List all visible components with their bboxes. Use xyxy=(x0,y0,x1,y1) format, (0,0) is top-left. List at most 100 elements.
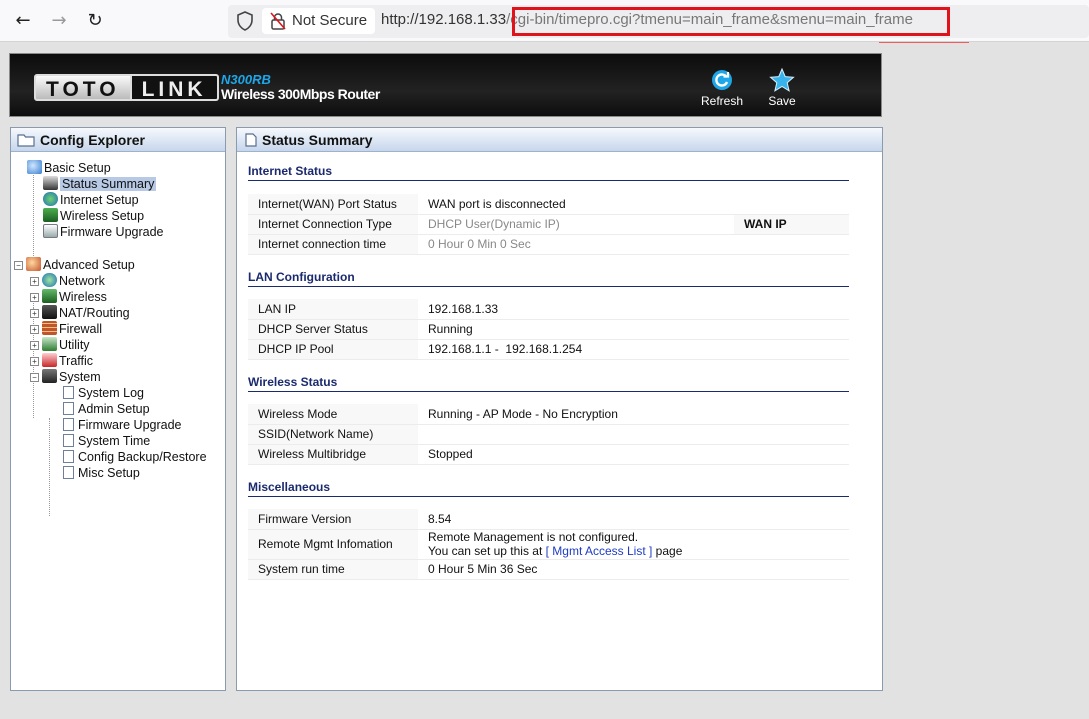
table-row: SSID(Network Name) xyxy=(248,424,849,445)
wan-ip-label: WAN IP xyxy=(734,214,849,235)
expand-icon[interactable]: + xyxy=(30,293,39,302)
not-secure-badge[interactable]: Not Secure xyxy=(262,8,376,34)
row-label: Internet Connection Type xyxy=(248,214,418,235)
misc-table: Firmware Version 8.54 Remote Mgmt Infoma… xyxy=(248,509,849,580)
tree-misc-setup[interactable]: Misc Setup xyxy=(63,465,140,481)
table-row: Internet connection time 0 Hour 0 Min 0 … xyxy=(248,234,849,255)
tree-internet-setup[interactable]: Internet Setup xyxy=(43,192,139,208)
tree-system-log[interactable]: System Log xyxy=(63,385,144,401)
logo-left: TOTO xyxy=(34,74,132,101)
tree-utility[interactable]: + Utility xyxy=(30,337,90,353)
table-row: System run time 0 Hour 5 Min 36 Sec xyxy=(248,559,849,580)
mgmt-access-list-link[interactable]: [ Mgmt Access List ] xyxy=(546,544,653,558)
refresh-icon xyxy=(712,70,732,90)
row-label: LAN IP xyxy=(248,299,418,320)
tree-firewall-label: Firewall xyxy=(59,322,103,336)
refresh-label: Refresh xyxy=(700,94,744,108)
tree-firmware-upgrade[interactable]: Firmware Upgrade xyxy=(43,224,164,240)
page-icon xyxy=(63,402,74,415)
tree-status-summary[interactable]: Status Summary xyxy=(43,176,157,192)
reload-icon[interactable]: ↻ xyxy=(82,8,108,34)
model-name: N300RB xyxy=(221,72,271,87)
model-description: Wireless 300Mbps Router xyxy=(221,86,380,102)
page-icon xyxy=(63,466,74,479)
tree-nat-routing[interactable]: + NAT/Routing xyxy=(30,305,130,321)
tree-traffic[interactable]: + Traffic xyxy=(30,353,93,369)
shield-icon[interactable] xyxy=(236,11,254,31)
tree-basic-setup-label: Basic Setup xyxy=(44,161,111,175)
tree-advanced-setup[interactable]: − Advanced Setup xyxy=(14,257,135,273)
tree-firewall[interactable]: + Firewall xyxy=(30,321,102,337)
star-icon xyxy=(769,68,795,92)
section-internet-status: Internet Status xyxy=(248,164,849,181)
monitor-icon xyxy=(43,176,58,190)
config-explorer-panel: Config Explorer Basic Setup Status Summa… xyxy=(10,127,226,691)
totolink-logo: TOTO LINK xyxy=(34,74,219,101)
table-row: DHCP IP Pool 192.168.1.1 - 192.168.1.254 xyxy=(248,339,849,360)
tree-advanced-setup-label: Advanced Setup xyxy=(43,258,135,272)
tree-system-time[interactable]: System Time xyxy=(63,433,150,449)
broken-lock-icon xyxy=(270,12,286,30)
wireless-icon xyxy=(42,289,57,303)
forward-arrow-icon[interactable]: → xyxy=(46,8,72,34)
tree-network-label: Network xyxy=(59,274,105,288)
expand-icon[interactable]: + xyxy=(30,341,39,350)
tree-wireless[interactable]: + Wireless xyxy=(30,289,107,305)
row-label: Remote Mgmt Infomation xyxy=(248,529,418,560)
row-label: Wireless Multibridge xyxy=(248,444,418,465)
tree-system[interactable]: − System xyxy=(30,369,101,385)
tree-network[interactable]: + Network xyxy=(30,273,105,289)
page-icon xyxy=(63,418,74,431)
remote-mgmt-text: Remote Management is not configured. xyxy=(428,530,639,544)
tree-basic-setup[interactable]: Basic Setup xyxy=(27,160,111,176)
logo-right: LINK xyxy=(131,74,219,101)
tree-system-time-label: System Time xyxy=(78,434,151,448)
table-row: Internet Connection Type DHCP User(Dynam… xyxy=(248,214,849,235)
section-miscellaneous: Miscellaneous xyxy=(248,480,849,497)
row-label: Firmware Version xyxy=(248,509,418,530)
traffic-icon xyxy=(42,353,57,367)
tree-wireless-label: Wireless xyxy=(59,290,107,304)
back-arrow-icon[interactable]: ← xyxy=(10,8,36,34)
tree-admin-setup-label: Admin Setup xyxy=(78,402,150,416)
earth-icon xyxy=(43,192,58,206)
url-highlight-box xyxy=(512,7,950,36)
tree-wireless-setup[interactable]: Wireless Setup xyxy=(43,208,144,224)
tree-system-log-label: System Log xyxy=(78,386,145,400)
tree-system-firmware-upgrade[interactable]: Firmware Upgrade xyxy=(63,417,182,433)
row-label: Internet connection time xyxy=(248,234,418,255)
network-icon xyxy=(42,273,57,287)
tree-config-backup-label: Config Backup/Restore xyxy=(78,450,207,464)
table-row: Wireless Mode Running - AP Mode - No Enc… xyxy=(248,404,849,425)
collapse-icon[interactable]: − xyxy=(30,373,39,382)
row-value: Running - AP Mode - No Encryption xyxy=(418,404,849,425)
page-icon xyxy=(63,450,74,463)
refresh-button[interactable]: Refresh xyxy=(692,68,752,108)
router-header: TOTO LINK N300RB Wireless 300Mbps Router… xyxy=(9,53,882,117)
status-summary-label: Status Summary xyxy=(262,132,373,148)
expand-icon[interactable]: + xyxy=(30,277,39,286)
url-host: http://192.168.1.33 xyxy=(381,11,507,28)
table-row: DHCP Server Status Running xyxy=(248,319,849,340)
lan-config-table: LAN IP 192.168.1.33 DHCP Server Status R… xyxy=(248,299,849,360)
save-button[interactable]: Save xyxy=(752,68,812,108)
expand-icon[interactable]: + xyxy=(30,357,39,366)
tree-admin-setup[interactable]: Admin Setup xyxy=(63,401,150,417)
utility-icon xyxy=(42,337,57,351)
row-label: System run time xyxy=(248,559,418,580)
row-label: DHCP IP Pool xyxy=(248,339,418,360)
expand-icon[interactable]: + xyxy=(30,309,39,318)
gear-globe-icon xyxy=(26,257,41,271)
collapse-icon[interactable]: − xyxy=(14,261,23,270)
address-bar[interactable]: Not Secure http://192.168.1.33/cgi-bin/t… xyxy=(228,5,1089,38)
row-value: DHCP User(Dynamic IP) xyxy=(418,214,734,235)
tree-system-firmware-upgrade-label: Firmware Upgrade xyxy=(78,418,182,432)
table-row: Wireless Multibridge Stopped xyxy=(248,444,849,465)
internet-status-table: Internet(WAN) Port Status WAN port is di… xyxy=(248,194,849,255)
expand-icon[interactable]: + xyxy=(30,325,39,334)
remote-mgmt-post: page xyxy=(652,544,683,558)
tree-config-backup[interactable]: Config Backup/Restore xyxy=(63,449,207,465)
tree-utility-label: Utility xyxy=(59,338,90,352)
config-explorer-label: Config Explorer xyxy=(40,132,146,148)
table-row: Firmware Version 8.54 xyxy=(248,509,849,530)
